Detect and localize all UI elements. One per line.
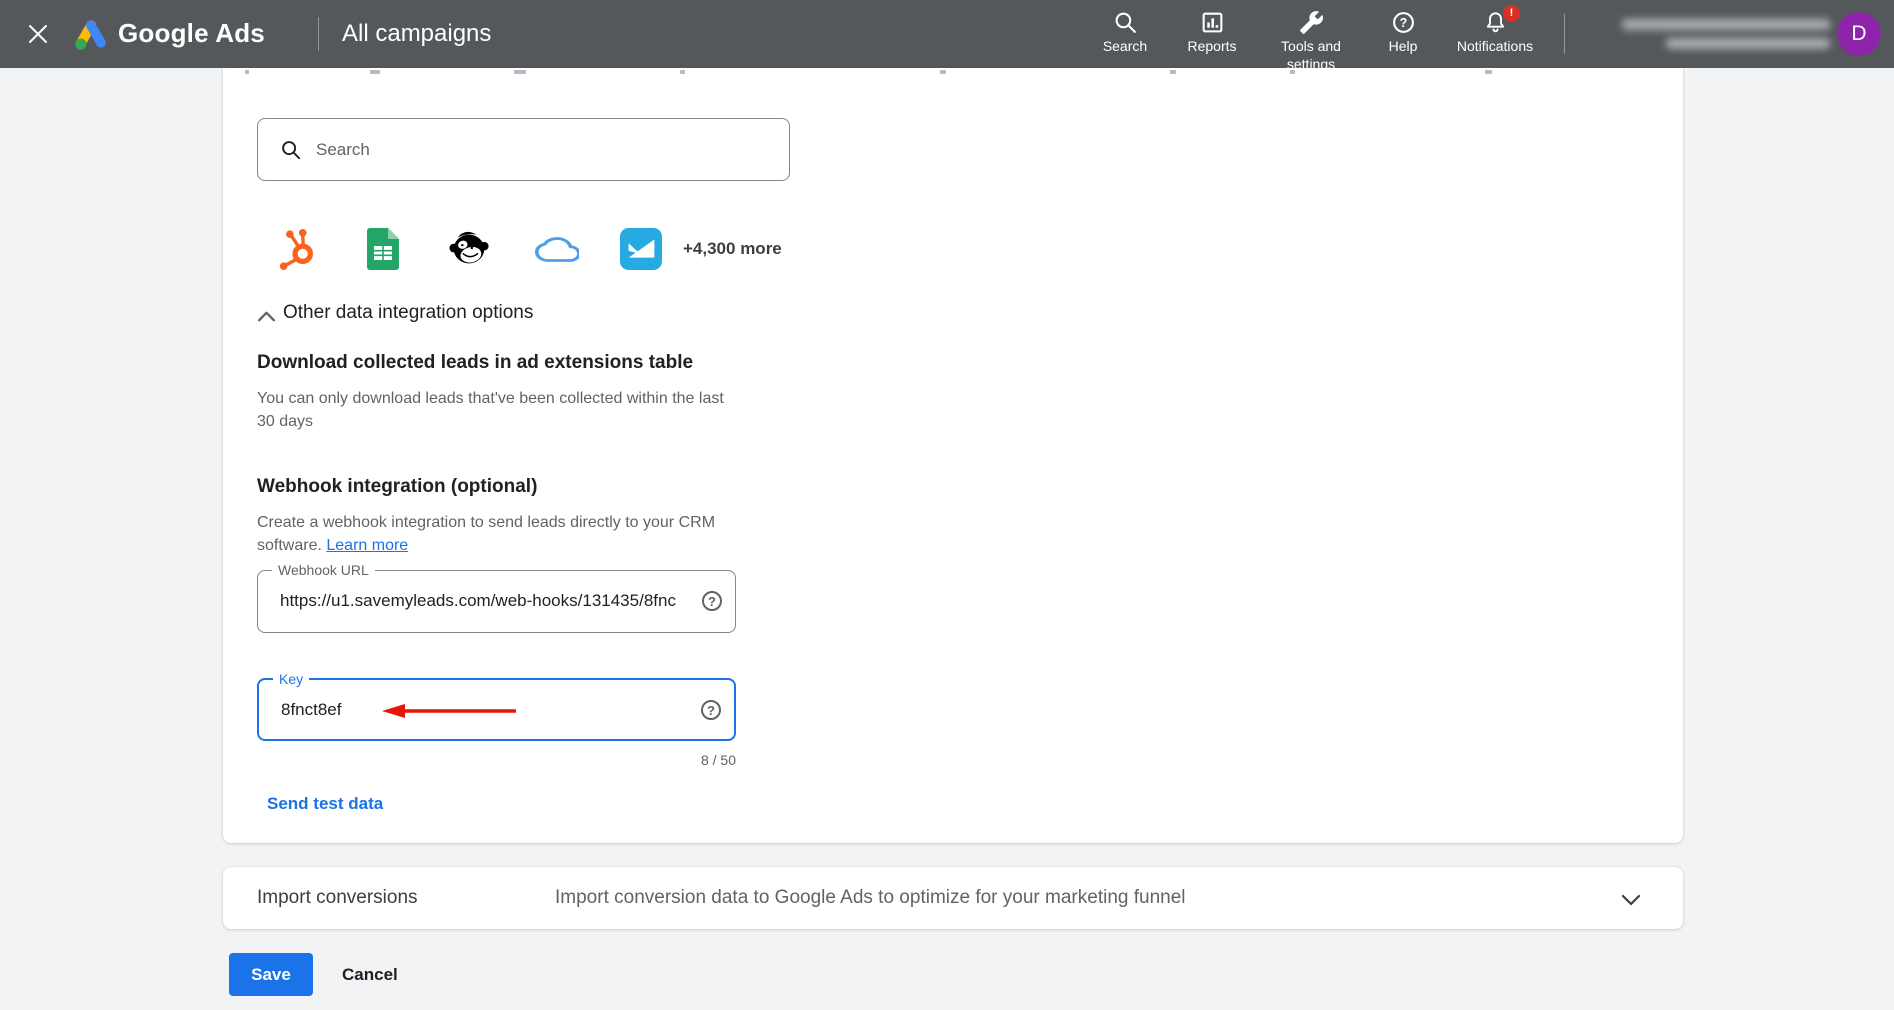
clipped-text-remnant (680, 70, 685, 74)
other-options-label: Other data integration options (283, 302, 534, 323)
notification-badge: ! (1503, 5, 1520, 22)
download-section-body: You can only download leads that've been… (257, 390, 724, 430)
import-conversions-row[interactable]: Import conversions Import conversion dat… (223, 867, 1683, 929)
account-line-2 (1666, 38, 1830, 49)
clipped-text-remnant (245, 70, 249, 74)
webhook-url-input[interactable]: Webhook URL https://u1.savemyleads.com/w… (257, 562, 736, 633)
account-info-blurred[interactable] (1592, 17, 1830, 53)
webhook-key-label: Key (273, 671, 310, 687)
import-conversions-description: Import conversion data to Google Ads to … (555, 887, 1186, 908)
product-name-text: Google Ads (118, 18, 265, 48)
webhook-section-body: Create a webhook integration to send lea… (257, 511, 742, 557)
wrench-icon (1299, 10, 1324, 35)
hubspot-icon[interactable] (275, 228, 319, 275)
chevron-down-icon[interactable] (1621, 893, 1641, 906)
google-sheets-icon[interactable] (367, 228, 399, 275)
bar-chart-icon (1200, 10, 1225, 35)
help-icon[interactable]: ? (702, 591, 722, 611)
send-test-data-button[interactable]: Send test data (267, 794, 383, 814)
download-section-title: Download collected leads in ad extension… (257, 352, 694, 373)
nav-reports-label: Reports (1187, 38, 1237, 54)
nav-tools-label: Tools and settings (1281, 38, 1341, 72)
account-line-1 (1622, 19, 1830, 30)
nav-notifications[interactable]: Notifications ! (1440, 5, 1550, 56)
topbar-divider (1564, 14, 1565, 54)
clipped-text-remnant (514, 70, 526, 74)
char-counter: 8 / 50 (700, 752, 736, 768)
red-annotation-arrow (374, 702, 520, 720)
avatar[interactable]: D (1837, 12, 1881, 56)
close-icon[interactable] (26, 22, 50, 46)
webhook-url-value: https://u1.savemyleads.com/web-hooks/131… (280, 591, 676, 610)
clipped-text-remnant (1170, 70, 1176, 74)
webhook-section-title: Webhook integration (optional) (257, 476, 538, 497)
product-name: Google Ads (118, 18, 265, 49)
topbar-divider (318, 17, 319, 51)
save-button[interactable]: Save (229, 953, 313, 996)
email-app-icon[interactable] (620, 228, 662, 275)
nav-tools-line1: Tools and (1281, 38, 1341, 54)
google-ads-screen: Google Ads All campaigns Search Reports … (0, 0, 1894, 1010)
nav-help-label: Help (1388, 38, 1418, 54)
top-app-bar: Google Ads All campaigns Search Reports … (0, 0, 1894, 72)
webhook-key-input[interactable]: Key 8fnct8ef ? (257, 671, 736, 741)
more-apps-count: +4,300 more (683, 239, 782, 258)
clipped-text-remnant (1290, 70, 1295, 74)
chevron-up-icon (257, 309, 276, 322)
cloud-icon[interactable] (535, 233, 581, 271)
integration-search-input[interactable]: Search (257, 118, 790, 181)
learn-more-link[interactable]: Learn more (326, 537, 408, 554)
mailchimp-icon[interactable] (448, 228, 490, 275)
google-ads-logo-icon (72, 16, 110, 52)
webhook-url-label: Webhook URL (272, 562, 375, 578)
svg-text:?: ? (1399, 16, 1407, 30)
help-icon[interactable]: ? (701, 700, 721, 720)
webhook-key-value: 8fnct8ef (281, 700, 342, 719)
search-icon (280, 139, 303, 162)
clipped-text-remnant (940, 70, 946, 74)
help-icon: ? (1391, 10, 1416, 35)
search-icon (1113, 10, 1138, 35)
import-conversions-title: Import conversions (257, 887, 418, 908)
nav-notifications-label: Notifications (1456, 38, 1534, 54)
clipped-text-remnant (370, 70, 380, 74)
cancel-button[interactable]: Cancel (330, 953, 410, 996)
nav-search-label: Search (1102, 38, 1148, 54)
nav-reports[interactable]: Reports (1157, 8, 1267, 56)
lead-form-settings-panel: Search +4,300 more Other data integratio… (223, 68, 1683, 843)
page-title: All campaigns (342, 20, 492, 47)
search-placeholder: Search (316, 140, 370, 159)
clipped-text-remnant (1485, 70, 1492, 74)
